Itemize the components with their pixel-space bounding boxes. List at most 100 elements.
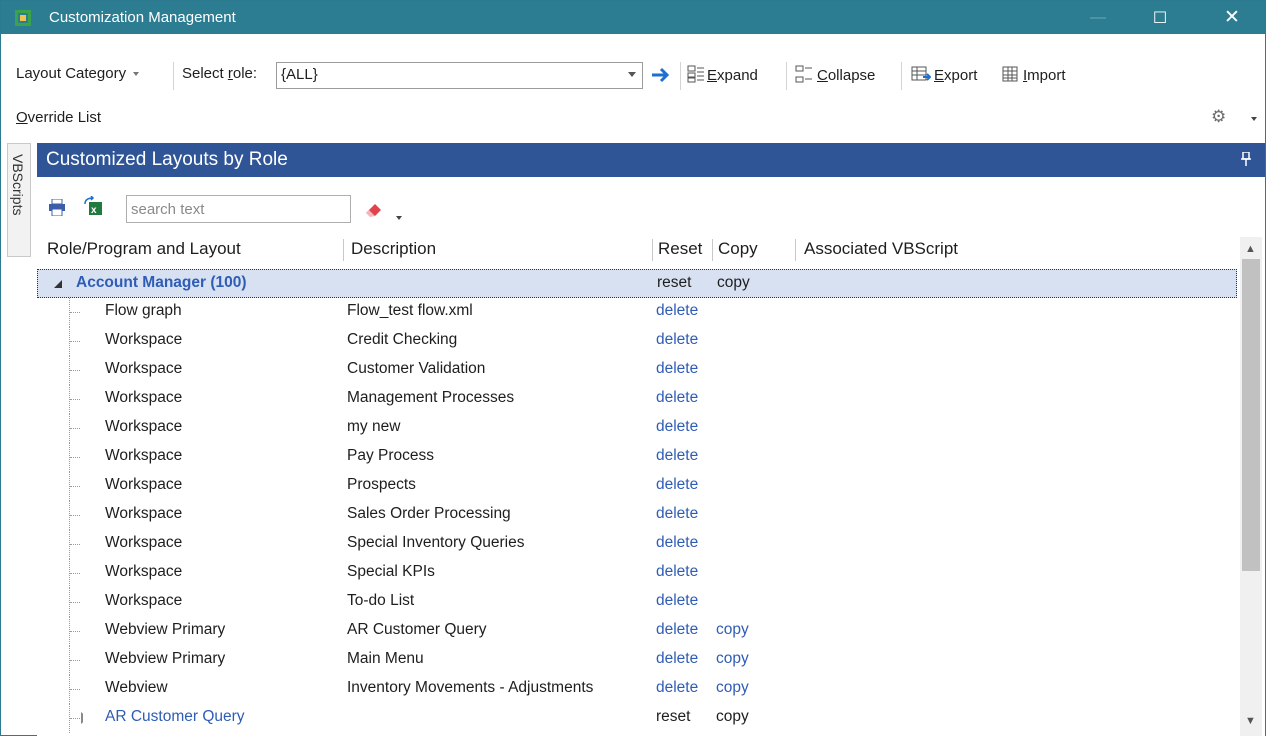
role-select[interactable]: {ALL} (276, 62, 643, 89)
expand-button[interactable]: Expand (687, 65, 758, 85)
vertical-scrollbar[interactable]: ▲ ▼ (1240, 237, 1262, 736)
layout-description: Inventory Movements - Adjustments (347, 679, 594, 696)
maximize-button[interactable]: ☐ (1137, 1, 1183, 34)
table-row[interactable]: Workspace Special KPIs delete (37, 559, 1237, 588)
delete-link[interactable]: delete (656, 302, 698, 320)
minimize-button[interactable]: — (1075, 1, 1121, 34)
layout-category-dropdown[interactable]: Layout Category (16, 65, 140, 85)
tree-line (70, 573, 80, 574)
excel-icon[interactable]: x (83, 196, 103, 216)
subgroup-name[interactable]: AR Customer Query (105, 708, 245, 726)
subgroup-row[interactable]: AR Customer Query reset copy (37, 704, 1237, 733)
layout-name: Webview Primary (105, 650, 226, 667)
layout-name: Webview (105, 679, 168, 696)
app-icon (15, 10, 31, 26)
tree-line (70, 399, 80, 400)
delete-link[interactable]: delete (656, 447, 698, 465)
layout-description: my new (347, 418, 401, 435)
go-arrow-icon[interactable] (649, 64, 673, 86)
delete-link[interactable]: delete (656, 418, 698, 436)
column-divider[interactable] (343, 239, 344, 261)
table-row[interactable]: Workspace Prospects delete (37, 472, 1237, 501)
close-button[interactable]: ✕ (1209, 1, 1255, 34)
layout-name: Workspace (105, 331, 183, 348)
print-icon[interactable] (49, 199, 65, 216)
grid-header: Role/Program and Layout Description Rese… (37, 237, 1237, 265)
layout-name: Webview Primary (105, 621, 226, 638)
scroll-thumb[interactable] (1242, 259, 1260, 571)
eraser-icon[interactable] (363, 201, 385, 217)
gear-icon[interactable]: ⚙ (1211, 107, 1226, 127)
group-row[interactable]: Account Manager (100) reset copy (37, 269, 1237, 298)
delete-link[interactable]: delete (656, 505, 698, 523)
vbscripts-side-tab[interactable]: VBScripts (7, 143, 31, 257)
expand-collapse-icon[interactable] (54, 280, 62, 288)
layout-name: Workspace (105, 447, 183, 464)
delete-link[interactable]: delete (656, 650, 698, 668)
export-button[interactable]: Export (911, 65, 977, 85)
column-header-reset[interactable]: Reset (658, 239, 702, 259)
delete-link[interactable]: delete (656, 360, 698, 378)
delete-link[interactable]: delete (656, 563, 698, 581)
toolbar-separator (901, 62, 902, 90)
customization-window: Customization Management — ☐ ✕ Layout Ca… (0, 0, 1266, 736)
layout-name: Workspace (105, 592, 183, 609)
table-row[interactable]: Workspace my new delete (37, 414, 1237, 443)
copy-link[interactable]: copy (717, 274, 750, 292)
chevron-down-icon[interactable] (1251, 117, 1257, 121)
column-header-role[interactable]: Role/Program and Layout (47, 239, 241, 259)
tree-line (70, 515, 80, 516)
table-row[interactable]: Workspace Pay Process delete (37, 443, 1237, 472)
copy-link[interactable]: copy (716, 708, 749, 726)
customized-layouts-panel: Customized Layouts by Role x Role/Prog (37, 143, 1265, 736)
chevron-down-icon[interactable] (628, 72, 636, 77)
delete-link[interactable]: delete (656, 679, 698, 697)
chevron-down-icon[interactable] (396, 216, 402, 220)
table-row[interactable]: Webview Primary AR Customer Query delete co… (37, 617, 1237, 646)
override-list-tab[interactable]: Override List (16, 109, 101, 126)
tree-line (70, 689, 80, 690)
layout-category-label: Layout Category (16, 65, 127, 82)
tree-line (70, 602, 80, 603)
import-button[interactable]: Import (1000, 65, 1066, 85)
table-row[interactable]: Workspace Management Processes delete (37, 385, 1237, 414)
column-header-copy[interactable]: Copy (718, 239, 758, 259)
copy-link[interactable]: copy (716, 679, 749, 697)
layout-name: Workspace (105, 534, 183, 551)
scroll-down-icon[interactable]: ▼ (1245, 715, 1256, 727)
column-divider[interactable] (712, 239, 713, 261)
delete-link[interactable]: delete (656, 534, 698, 552)
table-row[interactable]: Workspace Credit Checking delete (37, 327, 1237, 356)
column-header-vbscript[interactable]: Associated VBScript (804, 239, 958, 259)
delete-link[interactable]: delete (656, 389, 698, 407)
delete-link[interactable]: delete (656, 331, 698, 349)
search-input[interactable] (131, 197, 346, 221)
column-divider[interactable] (795, 239, 796, 261)
delete-link[interactable]: delete (656, 476, 698, 494)
table-row[interactable]: Webview Inventory Movements - Adjustments… (37, 675, 1237, 704)
delete-link[interactable]: delete (656, 592, 698, 610)
reset-link[interactable]: reset (657, 274, 691, 292)
table-row[interactable]: Webview Primary Main Menu delete copy (37, 646, 1237, 675)
table-row[interactable]: Workspace Sales Order Processing delete (37, 501, 1237, 530)
copy-link[interactable]: copy (716, 621, 749, 639)
pin-icon[interactable] (1241, 152, 1251, 166)
table-row[interactable]: Workspace To-do List delete (37, 588, 1237, 617)
table-row[interactable]: Workspace Special Inventory Queries delete (37, 530, 1237, 559)
tree-line (70, 428, 80, 429)
table-row[interactable]: Flow graph Flow_test flow.xml delete (37, 298, 1237, 327)
collapse-button[interactable]: Collapse (795, 65, 875, 85)
role-select-value: {ALL} (281, 66, 318, 83)
tree-line (70, 718, 80, 719)
table-row[interactable]: Workspace Customer Validation delete (37, 356, 1237, 385)
column-divider[interactable] (652, 239, 653, 261)
layout-name: Flow graph (105, 302, 182, 319)
scroll-up-icon[interactable]: ▲ (1245, 243, 1256, 255)
layout-description: Special KPIs (347, 563, 435, 580)
delete-link[interactable]: delete (656, 621, 698, 639)
reset-link[interactable]: reset (656, 708, 690, 726)
copy-link[interactable]: copy (716, 650, 749, 668)
search-field[interactable] (126, 195, 351, 223)
column-header-description[interactable]: Description (351, 239, 436, 259)
layout-name: Workspace (105, 563, 183, 580)
